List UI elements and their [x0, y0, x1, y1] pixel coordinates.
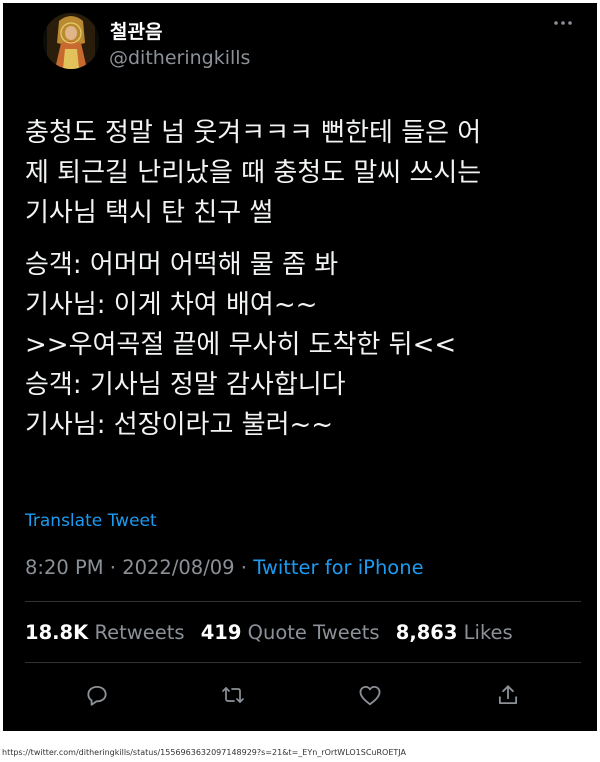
tweet-paragraph: 승객: 어머머 어떡해 물 좀 봐 기사님: 이게 차여 배여~~ >>우여곡절…: [25, 250, 457, 440]
tweet-paragraph: 충청도 정말 넘 웃겨ㅋㅋㅋ 뻔한테 들은 어 제 퇴근길 난리났을 때 충청도…: [25, 118, 482, 228]
like-icon[interactable]: [350, 675, 390, 715]
tweet-source-link[interactable]: Twitter for iPhone: [253, 556, 423, 579]
quotes-count: 419: [200, 621, 242, 644]
action-bar: [3, 675, 597, 715]
divider: [25, 601, 581, 602]
likes-count: 8,863: [395, 621, 458, 644]
meta-separator: ·: [240, 556, 247, 579]
retweet-icon[interactable]: [213, 675, 253, 715]
retweets-stat[interactable]: 18.8K Retweets: [25, 621, 185, 644]
likes-label: Likes: [463, 621, 513, 644]
tweet-text: 충청도 정말 넘 웃겨ㅋㅋㅋ 뻔한테 들은 어 제 퇴근길 난리났을 때 충청도…: [25, 113, 585, 445]
tweet-time[interactable]: 8:20 PM: [25, 556, 104, 579]
reply-icon[interactable]: [77, 675, 117, 715]
tweet-date[interactable]: 2022/08/09: [122, 556, 234, 579]
tweet-meta: 8:20 PM · 2022/08/09 · Twitter for iPhon…: [25, 556, 424, 579]
user-handle[interactable]: @ditheringkills: [109, 47, 250, 69]
retweets-label: Retweets: [94, 621, 185, 644]
likes-stat[interactable]: 8,863 Likes: [396, 621, 513, 644]
meta-separator: ·: [109, 556, 116, 579]
quotes-stat[interactable]: 419 Quote Tweets: [201, 621, 380, 644]
avatar-image: [43, 13, 99, 69]
page-url: https://twitter.com/ditheringkills/statu…: [2, 748, 406, 757]
quotes-label: Quote Tweets: [247, 621, 380, 644]
retweets-count: 18.8K: [25, 621, 89, 644]
translate-tweet-link[interactable]: Translate Tweet: [25, 511, 157, 531]
avatar[interactable]: [43, 13, 99, 69]
display-name[interactable]: 철관음: [110, 17, 162, 44]
divider: [25, 662, 581, 663]
share-icon[interactable]: [488, 675, 528, 715]
more-options-icon[interactable]: [543, 9, 583, 37]
tweet-card: 철관음 @ditheringkills 충청도 정말 넘 웃겨ㅋㅋㅋ 뻔한테 들…: [3, 3, 597, 731]
tweet-stats: 18.8K Retweets 419 Quote Tweets 8,863 Li…: [25, 621, 513, 644]
